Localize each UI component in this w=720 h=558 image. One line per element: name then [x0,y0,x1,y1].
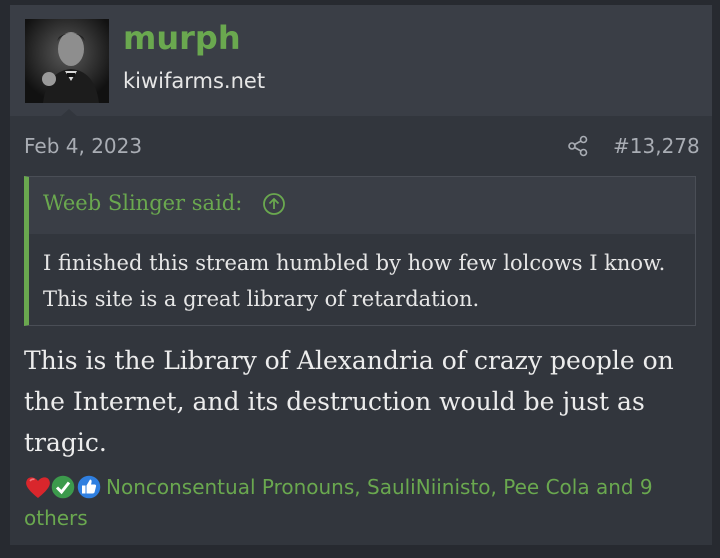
quote-author-link[interactable]: Weeb Slinger said: [43,191,242,215]
heart-icon[interactable] [24,473,52,501]
forum-post: murph kiwifarms.net Feb 4, 2023 #13,278 … [10,5,712,545]
header-pointer [60,109,78,117]
quote-block: Weeb Slinger said: I finished this strea… [24,176,696,326]
user-avatar[interactable] [25,19,109,103]
check-icon[interactable] [49,473,77,501]
reactions-users-link[interactable]: Nonconsentual Pronouns, SauliNiinisto, P… [24,475,653,530]
post-message: This is the Library of Alexandria of cra… [24,346,674,457]
post-user-header: murph kiwifarms.net [10,5,712,117]
post-date-link[interactable]: Feb 4, 2023 [24,134,142,158]
avatar-image [25,19,109,103]
quote-header: Weeb Slinger said: [29,177,695,234]
user-title: kiwifarms.net [123,69,266,93]
quote-text: I finished this stream humbled by how fe… [43,251,666,311]
username-link[interactable]: murph [123,19,241,57]
share-icon[interactable] [567,135,589,157]
post-number-link[interactable]: #13,278 [613,134,700,158]
arrow-up-circle-icon[interactable] [262,192,286,216]
thumbs-up-icon[interactable] [75,473,103,501]
reaction-icons[interactable] [24,472,106,500]
reactions-bar: Nonconsentual Pronouns, SauliNiinisto, P… [24,472,700,534]
